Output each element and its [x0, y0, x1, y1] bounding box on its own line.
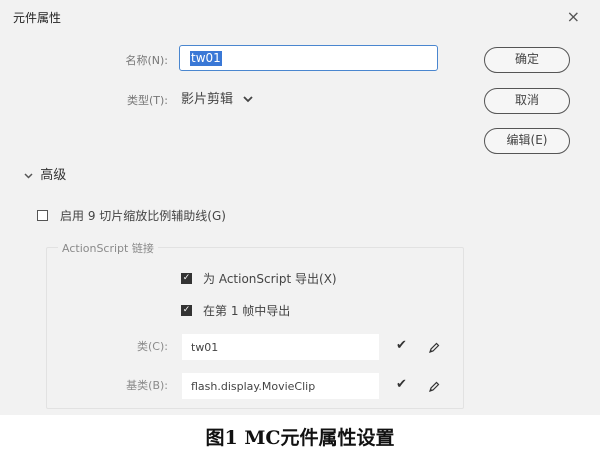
pencil-icon[interactable]: [428, 339, 440, 358]
name-input[interactable]: tw01: [179, 45, 438, 71]
advanced-section-title: 高级: [40, 168, 67, 183]
name-input-value: tw01: [190, 51, 222, 66]
edit-button[interactable]: 编辑(E): [484, 128, 570, 154]
figure-caption: 图1 MC元件属性设置: [205, 427, 395, 449]
chevron-down-icon: [24, 171, 36, 182]
title-bar: 元件属性 ×: [0, 0, 600, 32]
class-input[interactable]: tw01: [182, 334, 379, 360]
ok-button[interactable]: 确定: [484, 47, 570, 73]
base-class-label: 基类(B):: [126, 379, 168, 392]
advanced-section-toggle[interactable]: 高级: [24, 164, 66, 183]
name-label: 名称(N):: [125, 54, 168, 67]
checkmark-icon[interactable]: ✔: [396, 377, 407, 392]
symbol-properties-dialog: 元件属性 × 名称(N): tw01 类型(T): 影片剪辑 确定 取消 编辑(…: [0, 0, 600, 415]
export-in-frame1-checkbox[interactable]: ✓: [181, 305, 192, 316]
cancel-button[interactable]: 取消: [484, 88, 570, 114]
type-label: 类型(T):: [126, 94, 168, 107]
chevron-down-icon: [243, 92, 253, 107]
export-for-actionscript-label: 为 ActionScript 导出(X): [203, 272, 337, 286]
base-class-input-value: flash.display.MovieClip: [191, 380, 316, 393]
checkmark-icon[interactable]: ✔: [396, 338, 407, 353]
export-for-actionscript-checkbox[interactable]: ✓: [181, 273, 192, 284]
type-dropdown-value: 影片剪辑: [181, 92, 234, 107]
class-label: 类(C):: [137, 340, 168, 353]
nine-slice-label: 启用 9 切片缩放比例辅助线(G): [60, 209, 226, 223]
nine-slice-checkbox[interactable]: [37, 210, 48, 221]
dialog-title: 元件属性: [13, 11, 62, 25]
class-input-value: tw01: [191, 341, 219, 354]
pencil-icon[interactable]: [428, 378, 440, 397]
export-in-frame1-label: 在第 1 帧中导出: [203, 304, 291, 318]
base-class-input[interactable]: flash.display.MovieClip: [182, 373, 379, 399]
type-dropdown[interactable]: 影片剪辑: [181, 88, 253, 107]
actionscript-linkage-legend: ActionScript 链接: [58, 240, 158, 256]
close-icon[interactable]: ×: [567, 7, 580, 26]
